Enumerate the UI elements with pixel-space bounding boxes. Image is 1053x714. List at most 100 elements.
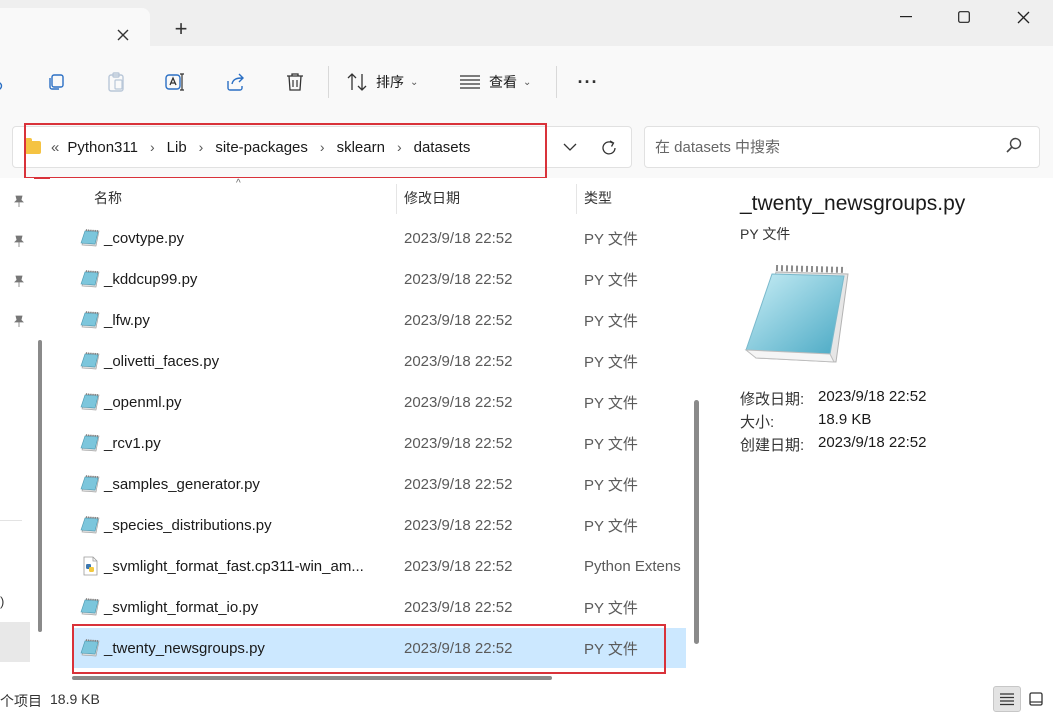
address-history-chevron-icon[interactable] xyxy=(558,135,582,159)
details-view-button[interactable] xyxy=(993,686,1021,712)
file-row[interactable]: _twenty_newsgroups.py 2023/9/18 22:52 PY 文… xyxy=(72,628,686,668)
file-name: _rcv1.py xyxy=(104,434,161,452)
file-type: PY 文件 xyxy=(584,394,638,412)
column-divider[interactable] xyxy=(576,184,577,214)
file-type: PY 文件 xyxy=(584,476,638,494)
sort-button[interactable]: 排序 ⌄ xyxy=(346,64,426,100)
rename-icon[interactable] xyxy=(161,64,189,100)
breadcrumb-separator[interactable]: › xyxy=(397,139,402,155)
file-row[interactable]: _svmlight_format_fast.cp311-win_am... 202… xyxy=(72,546,686,586)
breadcrumb-separator[interactable]: › xyxy=(320,139,325,155)
file-row[interactable]: _olivetti_faces.py 2023/9/18 22:52 PY 文件 xyxy=(72,341,686,381)
status-selection-size: 18.9 KB xyxy=(50,691,100,707)
address-row: « Python311 › Lib › site-packages › skle… xyxy=(0,118,1053,178)
file-row[interactable]: _rcv1.py 2023/9/18 22:52 PY 文件 xyxy=(72,423,686,463)
sort-label: 排序 xyxy=(376,74,404,90)
large-icons-view-button[interactable] xyxy=(1022,686,1050,712)
file-type: PY 文件 xyxy=(584,599,638,617)
tiles-view-icon xyxy=(1029,692,1043,706)
file-row[interactable]: _openml.py 2023/9/18 22:52 PY 文件 xyxy=(72,382,686,422)
file-modified-date: 2023/9/18 22:52 xyxy=(404,516,513,534)
pin-icon xyxy=(14,315,24,327)
pin-icon xyxy=(14,195,24,207)
file-type: PY 文件 xyxy=(584,517,638,535)
file-row[interactable]: _covtype.py 2023/9/18 22:52 PY 文件 xyxy=(72,218,686,258)
file-name: _olivetti_faces.py xyxy=(104,352,220,370)
sort-ascending-icon: ^ xyxy=(236,178,241,189)
file-modified-date: 2023/9/18 22:52 xyxy=(404,352,513,370)
file-row[interactable]: _species_distributions.py 2023/9/18 22:52… xyxy=(72,505,686,545)
file-name: _twenty_newsgroups.py xyxy=(104,639,265,657)
close-tab-icon[interactable] xyxy=(112,24,134,46)
details-modified-label: 修改日期: xyxy=(740,391,805,408)
column-header-type[interactable]: 类型 xyxy=(584,178,612,218)
column-divider[interactable] xyxy=(396,184,397,214)
copy-icon[interactable] xyxy=(42,64,70,100)
file-list-scrollbar[interactable] xyxy=(694,400,699,644)
breadcrumb-separator[interactable]: › xyxy=(150,139,155,155)
file-name: _samples_generator.py xyxy=(104,475,260,493)
breadcrumb-separator[interactable]: › xyxy=(199,139,204,155)
details-title: _twenty_newsgroups.py xyxy=(740,192,966,215)
file-type: PY 文件 xyxy=(584,312,638,330)
nav-item-selected[interactable] xyxy=(0,622,30,662)
minimize-icon[interactable] xyxy=(876,0,936,34)
file-row[interactable]: _kddcup99.py 2023/9/18 22:52 PY 文件 xyxy=(72,259,686,299)
chevron-down-icon: ⌄ xyxy=(410,76,419,88)
breadcrumb-sklearn[interactable]: sklearn xyxy=(337,139,385,156)
status-bar: 个项目 18.9 KB xyxy=(0,684,1053,714)
more-options-button[interactable]: ··· xyxy=(572,64,604,100)
search-icon[interactable] xyxy=(1005,136,1027,158)
details-created-label: 创建日期: xyxy=(740,437,805,454)
new-tab-button[interactable]: + xyxy=(168,16,194,42)
search-input[interactable] xyxy=(655,136,995,158)
column-header-modified[interactable]: 修改日期 xyxy=(404,178,460,218)
list-view-icon xyxy=(1000,693,1014,706)
toolbar-divider xyxy=(328,66,329,98)
paste-icon xyxy=(102,64,130,100)
address-bar[interactable]: « Python311 › Lib › site-packages › skle… xyxy=(12,126,632,168)
file-type: PY 文件 xyxy=(584,435,638,453)
breadcrumb-overflow[interactable]: « xyxy=(51,139,59,156)
search-box[interactable] xyxy=(644,126,1040,168)
file-type: Python Extens xyxy=(584,557,681,575)
file-name: _openml.py xyxy=(104,393,182,411)
refresh-icon[interactable] xyxy=(596,135,622,161)
details-type: PY 文件 xyxy=(740,226,791,242)
nav-item-fragment[interactable]: ) xyxy=(0,594,4,609)
status-selection-count: 个项目 xyxy=(0,693,42,709)
file-row[interactable]: _svmlight_format_io.py 2023/9/18 22:52 PY … xyxy=(72,587,686,627)
view-button[interactable]: 查看 ⌄ xyxy=(459,64,539,100)
breadcrumb-python311[interactable]: Python311 xyxy=(67,139,138,156)
view-lines-icon xyxy=(460,75,480,89)
sort-icon xyxy=(347,73,367,91)
share-icon[interactable] xyxy=(222,64,250,100)
command-bar: 排序 ⌄ 查看 ⌄ ··· xyxy=(0,46,1053,118)
file-modified-date: 2023/9/18 22:52 xyxy=(404,598,513,616)
file-row[interactable]: _samples_generator.py 2023/9/18 22:52 PY 文… xyxy=(72,464,686,504)
breadcrumb-datasets[interactable]: datasets xyxy=(414,139,471,156)
close-window-icon[interactable] xyxy=(993,0,1053,34)
cut-icon[interactable] xyxy=(0,64,8,100)
nav-scrollbar[interactable] xyxy=(38,340,42,632)
file-name: _lfw.py xyxy=(104,311,150,329)
delete-icon[interactable] xyxy=(281,64,309,100)
pin-icon xyxy=(14,275,24,287)
breadcrumb-lib[interactable]: Lib xyxy=(167,139,187,156)
notepad-large-icon xyxy=(744,265,849,363)
maximize-icon[interactable] xyxy=(934,0,994,34)
nav-divider xyxy=(0,520,22,521)
file-type: PY 文件 xyxy=(584,353,638,371)
horizontal-scrollbar[interactable] xyxy=(72,676,552,680)
column-header-name[interactable]: 名称 xyxy=(94,178,122,218)
chevron-down-icon: ⌄ xyxy=(523,76,532,88)
file-modified-date: 2023/9/18 22:52 xyxy=(404,393,513,411)
breadcrumb-site-packages[interactable]: site-packages xyxy=(215,139,308,156)
file-name: _species_distributions.py xyxy=(104,516,272,534)
navigation-pane xyxy=(0,178,34,684)
file-row[interactable]: _lfw.py 2023/9/18 22:52 PY 文件 xyxy=(72,300,686,340)
file-name: _svmlight_format_fast.cp311-win_am... xyxy=(104,557,364,575)
file-modified-date: 2023/9/18 22:52 xyxy=(404,434,513,452)
tab-active[interactable] xyxy=(0,8,150,46)
file-modified-date: 2023/9/18 22:52 xyxy=(404,270,513,288)
